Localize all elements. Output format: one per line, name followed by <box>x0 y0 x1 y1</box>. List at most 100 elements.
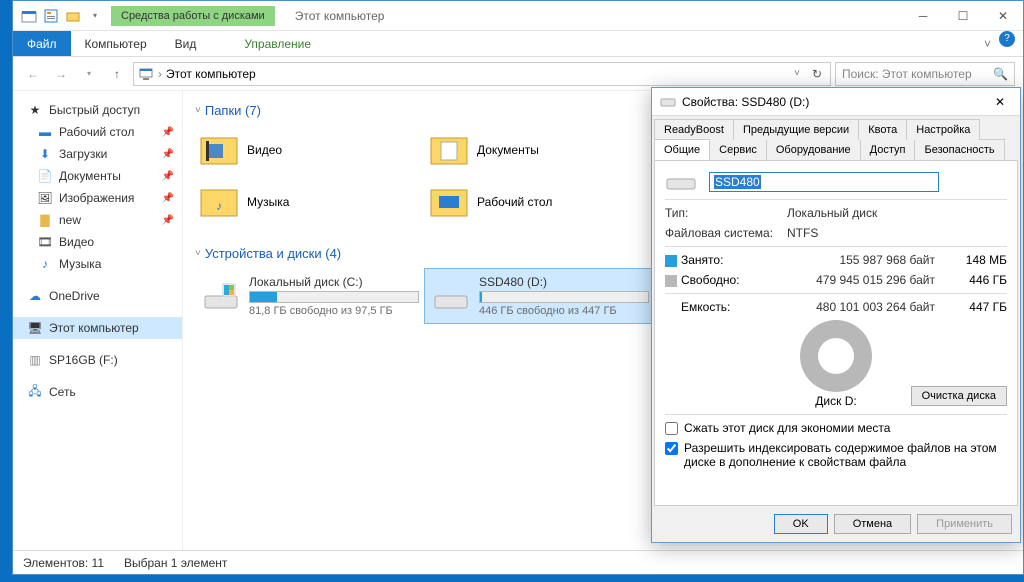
tab-hardware[interactable]: Оборудование <box>766 139 861 160</box>
drive-capacity-bar <box>249 291 419 303</box>
close-button[interactable]: ✕ <box>983 1 1023 31</box>
desktop-folder-icon <box>429 182 469 222</box>
drive-capacity-bar <box>479 291 649 303</box>
qat-dropdown-icon[interactable]: ▾ <box>87 8 103 24</box>
drive-free-text: 81,8 ГБ свободно из 97,5 ГБ <box>249 305 419 317</box>
status-selection: Выбран 1 элемент <box>124 556 227 570</box>
compress-checkbox[interactable]: Сжать этот диск для экономии места <box>665 421 1007 435</box>
tab-readyboost[interactable]: ReadyBoost <box>654 119 734 140</box>
index-checkbox[interactable]: Разрешить индексировать содержимое файло… <box>665 441 1007 469</box>
tab-service[interactable]: Сервис <box>709 139 767 160</box>
folder-label: Рабочий стол <box>477 195 552 209</box>
nav-forward-button[interactable]: → <box>49 62 73 86</box>
tab-computer[interactable]: Компьютер <box>71 31 161 56</box>
drive-c[interactable]: Локальный диск (C:) 81,8 ГБ свободно из … <box>195 269 425 323</box>
close-button[interactable]: ✕ <box>988 95 1012 109</box>
folder-videos[interactable]: Видео <box>195 126 425 174</box>
nav-quick-access[interactable]: ★Быстрый доступ <box>13 99 182 121</box>
contextual-tab-label: Средства работы с дисками <box>111 6 275 26</box>
videos-folder-icon <box>199 130 239 170</box>
pin-icon: 📌 <box>162 193 174 204</box>
nav-back-button[interactable]: ← <box>21 62 45 86</box>
pin-icon: 📌 <box>162 171 174 182</box>
properties-icon[interactable] <box>43 8 59 24</box>
drive-icon: ▥ <box>27 352 43 368</box>
tab-security[interactable]: Безопасность <box>914 139 1004 160</box>
folder-documents[interactable]: Документы <box>425 126 655 174</box>
apply-button[interactable]: Применить <box>917 514 1012 534</box>
folder-label: Видео <box>247 143 282 157</box>
maximize-button[interactable]: ☐ <box>943 1 983 31</box>
tab-view[interactable]: Вид <box>161 31 211 56</box>
new-folder-icon[interactable] <box>65 8 81 24</box>
nav-network[interactable]: 🖧Сеть <box>13 381 182 403</box>
search-icon: 🔍 <box>993 67 1008 81</box>
pin-icon: 📌 <box>162 127 174 138</box>
nav-desktop[interactable]: ▬Рабочий стол📌 <box>13 121 182 143</box>
filesystem-label: Файловая система: <box>665 226 775 240</box>
used-swatch <box>665 255 677 267</box>
free-label: Свободно: <box>681 273 740 287</box>
nav-documents[interactable]: 📄Документы📌 <box>13 165 182 187</box>
app-icon <box>21 8 37 24</box>
nav-pictures[interactable]: 🖼Изображения📌 <box>13 187 182 209</box>
onedrive-icon: ☁ <box>27 288 43 304</box>
nav-new-folder[interactable]: ▇new📌 <box>13 209 182 231</box>
properties-dialog: Свойства: SSD480 (D:) ✕ ReadyBoost Преды… <box>651 87 1021 543</box>
type-value: Локальный диск <box>787 206 877 220</box>
folder-music[interactable]: ♪ Музыка <box>195 178 425 226</box>
address-dropdown-icon[interactable]: ˅ <box>790 68 804 79</box>
music-icon: ♪ <box>37 256 53 272</box>
nav-sp16gb[interactable]: ▥SP16GB (F:) <box>13 349 182 371</box>
tab-previous-versions[interactable]: Предыдущие версии <box>733 119 859 140</box>
type-label: Тип: <box>665 206 775 220</box>
nav-downloads[interactable]: ⬇Загрузки📌 <box>13 143 182 165</box>
tab-settings[interactable]: Настройка <box>906 119 980 140</box>
search-input[interactable]: Поиск: Этот компьютер 🔍 <box>835 62 1015 86</box>
pin-icon: 📌 <box>162 149 174 160</box>
cancel-button[interactable]: Отмена <box>834 514 911 534</box>
properties-titlebar[interactable]: Свойства: SSD480 (D:) ✕ <box>652 88 1020 116</box>
tab-manage[interactable]: Управление <box>230 31 325 56</box>
thispc-icon <box>138 66 154 82</box>
svg-text:♪: ♪ <box>216 199 222 213</box>
drive-d[interactable]: SSD480 (D:) 446 ГБ свободно из 447 ГБ <box>425 269 655 323</box>
nav-up-button[interactable]: ↑ <box>105 62 129 86</box>
tab-file[interactable]: Файл <box>13 31 71 56</box>
network-icon: 🖧 <box>27 384 43 400</box>
refresh-icon[interactable]: ↻ <box>808 67 826 81</box>
tab-quota[interactable]: Квота <box>858 119 907 140</box>
nav-onedrive[interactable]: ☁OneDrive <box>13 285 182 307</box>
nav-music[interactable]: ♪Музыка <box>13 253 182 275</box>
nav-thispc[interactable]: 🖥Этот компьютер <box>13 317 182 339</box>
filesystem-value: NTFS <box>787 226 818 240</box>
ok-button[interactable]: OK <box>774 514 828 534</box>
folder-label: Музыка <box>247 195 289 209</box>
free-human: 446 ГБ <box>947 273 1007 287</box>
nav-recent-dropdown[interactable]: ▾ <box>77 62 101 86</box>
folder-label: Документы <box>477 143 539 157</box>
drive-icon <box>665 171 697 193</box>
volume-name-input[interactable]: SSD480 <box>709 172 939 192</box>
folder-desktop[interactable]: Рабочий стол <box>425 178 655 226</box>
drive-name: SSD480 (D:) <box>479 275 649 289</box>
used-bytes: 155 987 968 байт <box>787 253 935 267</box>
addressbar: ← → ▾ ↑ › Этот компьютер ˅ ↻ Поиск: Этот… <box>13 57 1023 91</box>
used-label: Занято: <box>681 253 723 267</box>
nav-videos[interactable]: 🎞Видео <box>13 231 182 253</box>
music-folder-icon: ♪ <box>199 182 239 222</box>
properties-buttons: OK Отмена Применить <box>652 506 1020 542</box>
folder-icon: ▇ <box>37 212 53 228</box>
capacity-label: Емкость: <box>665 300 775 314</box>
window-title: Этот компьютер <box>295 9 385 23</box>
tab-access[interactable]: Доступ <box>860 139 916 160</box>
address-input[interactable]: › Этот компьютер ˅ ↻ <box>133 62 831 86</box>
minimize-button[interactable]: ─ <box>903 1 943 31</box>
properties-tabs: ReadyBoost Предыдущие версии Квота Настр… <box>652 116 1020 160</box>
help-icon[interactable]: ? <box>999 31 1015 47</box>
disk-cleanup-button[interactable]: Очистка диска <box>911 386 1007 406</box>
desktop-icon: ▬ <box>37 124 53 140</box>
ribbon-expand-button[interactable]: ˅ <box>976 31 999 56</box>
tab-general[interactable]: Общие <box>654 139 710 160</box>
search-placeholder: Поиск: Этот компьютер <box>842 67 972 81</box>
